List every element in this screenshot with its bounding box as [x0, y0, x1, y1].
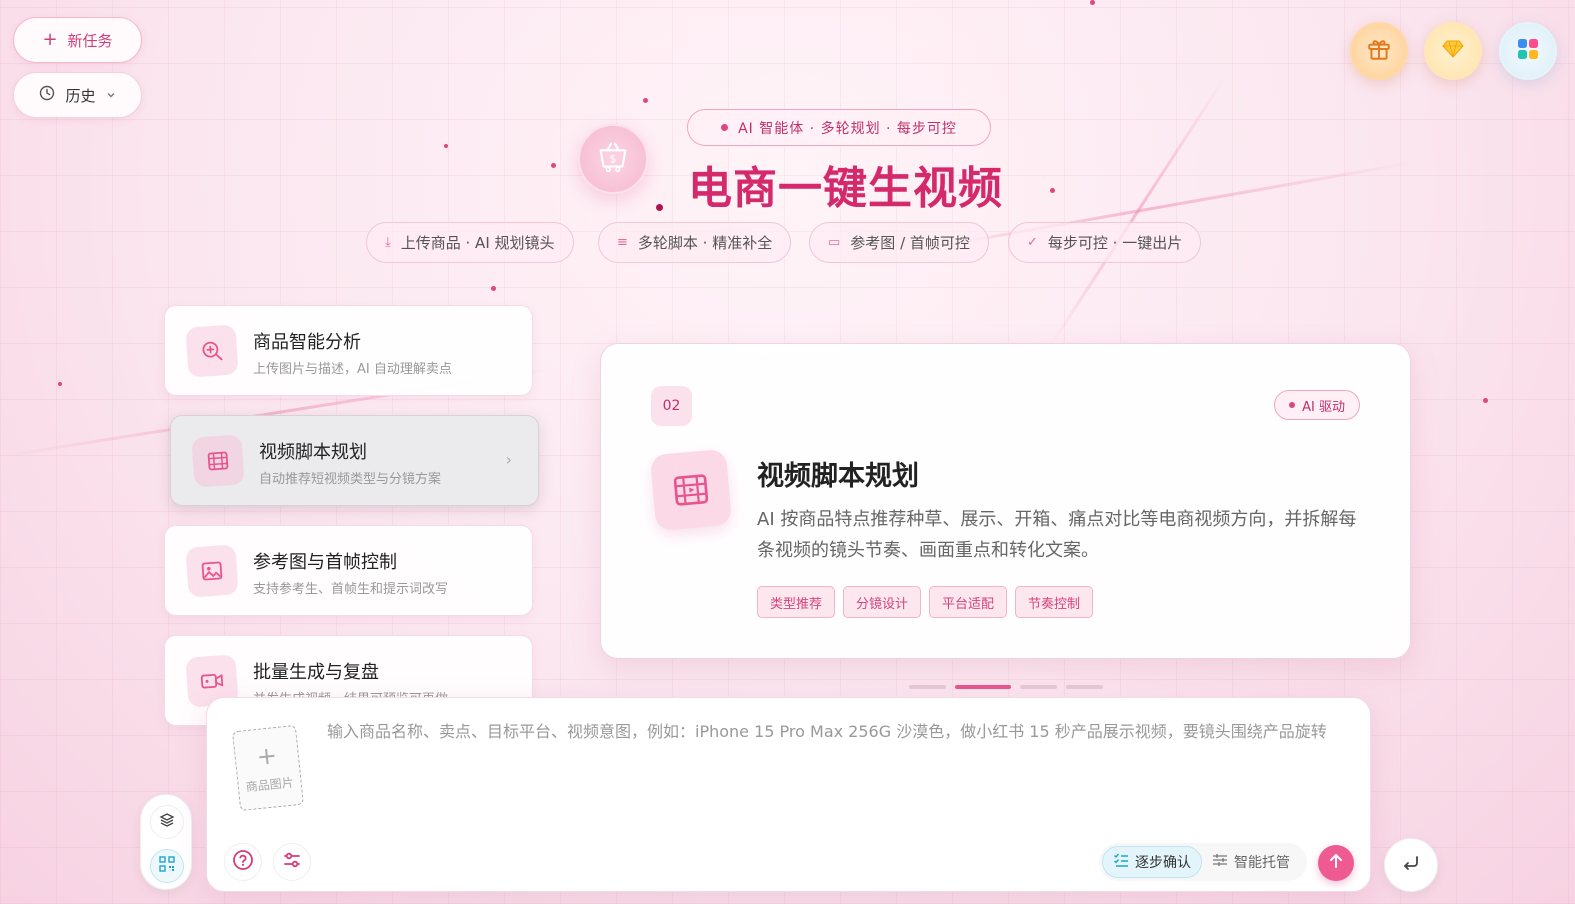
- feature-pill: ▭ 参考图 / 首帧可控: [809, 222, 989, 263]
- check-icon: ✓: [1027, 235, 1038, 250]
- chip: 平台适配: [929, 586, 1008, 618]
- side-tool-stack: [140, 794, 192, 890]
- step-title: 参考图与首帧控制: [253, 552, 397, 573]
- pager-dot[interactable]: [1066, 685, 1103, 689]
- apps-button[interactable]: [1499, 22, 1557, 80]
- tagline-badge: AI 智能体 · 多轮规划 · 每步可控: [687, 109, 991, 146]
- gift-button[interactable]: [1350, 22, 1408, 80]
- feature-label: 多轮脚本 · 精准补全: [637, 234, 773, 252]
- enter-button[interactable]: [1384, 838, 1438, 892]
- step-desc: 支持参考生、首帧生和提示词改写: [253, 582, 449, 597]
- prompt-input[interactable]: 输入商品名称、卖点、目标平台、视频意图，例如：iPhone 15 Pro Max…: [327, 718, 1327, 742]
- checklist-icon: [1113, 852, 1129, 872]
- decor-dot: [1090, 0, 1095, 5]
- search-plus-icon: [185, 324, 239, 378]
- clock-icon: [39, 85, 55, 105]
- play-icon: ▭: [828, 235, 841, 250]
- history-button[interactable]: 历史: [13, 72, 142, 118]
- download-icon: ⤓: [385, 235, 391, 250]
- feature-label: 每步可控 · 一键出片: [1047, 234, 1183, 252]
- step-title: 批量生成与复盘: [253, 662, 379, 683]
- decor-dot: [491, 286, 496, 291]
- ai-badge-label: AI 驱动: [1302, 399, 1345, 415]
- decor-dot: [1050, 188, 1055, 193]
- tagline-text: AI 智能体 · 多轮规划 · 每步可控: [738, 120, 957, 137]
- feature-pill: ✓ 每步可控 · 一键出片: [1008, 222, 1202, 263]
- layers-button[interactable]: [150, 805, 184, 839]
- film-icon: [191, 434, 245, 488]
- shopping-basket-logo: $: [578, 124, 648, 194]
- adjust-icon: [1212, 852, 1228, 872]
- enter-icon: [1401, 853, 1421, 877]
- step-card-script[interactable]: 视频脚本规划 自动推荐短视频类型与分镜方案 ›: [170, 415, 539, 506]
- page-title: 电商一键生视频: [688, 163, 1003, 214]
- premium-button[interactable]: [1424, 22, 1482, 80]
- decor-dot: [656, 204, 663, 211]
- svg-text:$: $: [610, 154, 617, 166]
- detail-title: 视频脚本规划: [757, 461, 919, 492]
- feature-pill: ⤓ 上传商品 · AI 规划镜头: [366, 222, 574, 263]
- plus-icon: +: [255, 740, 279, 771]
- feature-pill: ≡ 多轮脚本 · 精准补全: [598, 222, 792, 263]
- mode-auto-label: 智能托管: [1234, 855, 1290, 871]
- chevron-down-icon: [106, 86, 116, 104]
- pager-dot[interactable]: [1020, 685, 1057, 689]
- decor-dot: [444, 144, 448, 148]
- decor-dot: [1483, 398, 1488, 403]
- sliders-icon: [282, 850, 302, 874]
- qr-button[interactable]: [150, 849, 184, 883]
- feature-label: 上传商品 · AI 规划镜头: [400, 234, 555, 252]
- mode-auto-host[interactable]: 智能托管: [1202, 846, 1300, 878]
- lines-icon: ≡: [617, 235, 628, 250]
- arrow-up-icon: [1327, 852, 1345, 874]
- badge-dot: [1289, 402, 1296, 408]
- chip: 节奏控制: [1015, 586, 1094, 618]
- chevron-right-icon: ›: [505, 450, 512, 469]
- qr-code-icon: [159, 856, 175, 876]
- mode-step-confirm[interactable]: 逐步确认: [1102, 846, 1202, 878]
- step-card-reference[interactable]: 参考图与首帧控制 支持参考生、首帧生和提示词改写: [164, 525, 533, 616]
- help-button[interactable]: [224, 843, 262, 881]
- help-icon: [232, 849, 254, 875]
- product-image-upload[interactable]: + 商品图片: [231, 724, 305, 812]
- basket-icon: $: [594, 138, 632, 180]
- plus-icon: +: [42, 29, 58, 50]
- decor-dot: [551, 163, 556, 168]
- decor-dot: [58, 382, 62, 386]
- detail-description: AI 按商品特点推荐种草、展示、开箱、痛点对比等电商视频方向，并拆解每条视频的镜…: [757, 509, 1357, 561]
- chip: 类型推荐: [757, 586, 836, 618]
- step-title: 商品智能分析: [253, 332, 361, 353]
- history-label: 历史: [65, 86, 96, 105]
- send-button[interactable]: [1318, 845, 1354, 881]
- pager-dot[interactable]: [909, 685, 946, 689]
- decor-dot: [643, 98, 648, 103]
- settings-button[interactable]: [273, 843, 311, 881]
- apps-icon: [1516, 37, 1540, 65]
- tagline-dot: [721, 124, 729, 131]
- prompt-composer: + 商品图片 输入商品名称、卖点、目标平台、视频意图，例如：iPhone 15 …: [206, 697, 1371, 892]
- chip: 分镜设计: [843, 586, 922, 618]
- upload-label: 商品图片: [245, 774, 295, 794]
- feature-chips: 类型推荐 分镜设计 平台适配 节奏控制: [757, 586, 1094, 618]
- gift-icon: [1366, 36, 1392, 66]
- detail-card: 02 AI 驱动 视频脚本规划 AI 按商品特点推荐种草、展示、开箱、痛点对比等…: [600, 343, 1411, 659]
- film-icon: [649, 448, 733, 532]
- new-task-button[interactable]: + 新任务: [13, 17, 142, 63]
- mode-toggle: 逐步确认 智能托管: [1099, 843, 1307, 881]
- feature-label: 参考图 / 首帧可控: [850, 234, 970, 252]
- step-title: 视频脚本规划: [259, 442, 367, 463]
- image-icon: [185, 544, 239, 598]
- layers-icon: [159, 812, 175, 832]
- step-desc: 自动推荐短视频类型与分镜方案: [259, 472, 442, 487]
- gem-icon: [1441, 37, 1465, 65]
- pager-dot-active[interactable]: [955, 685, 1011, 689]
- step-card-analysis[interactable]: 商品智能分析 上传图片与描述，AI 自动理解卖点: [164, 305, 533, 396]
- step-desc: 上传图片与描述，AI 自动理解卖点: [253, 362, 452, 377]
- new-task-label: 新任务: [67, 31, 113, 50]
- ai-driven-badge: AI 驱动: [1274, 390, 1360, 420]
- step-number-badge: 02: [651, 386, 692, 426]
- mode-step-label: 逐步确认: [1135, 855, 1191, 871]
